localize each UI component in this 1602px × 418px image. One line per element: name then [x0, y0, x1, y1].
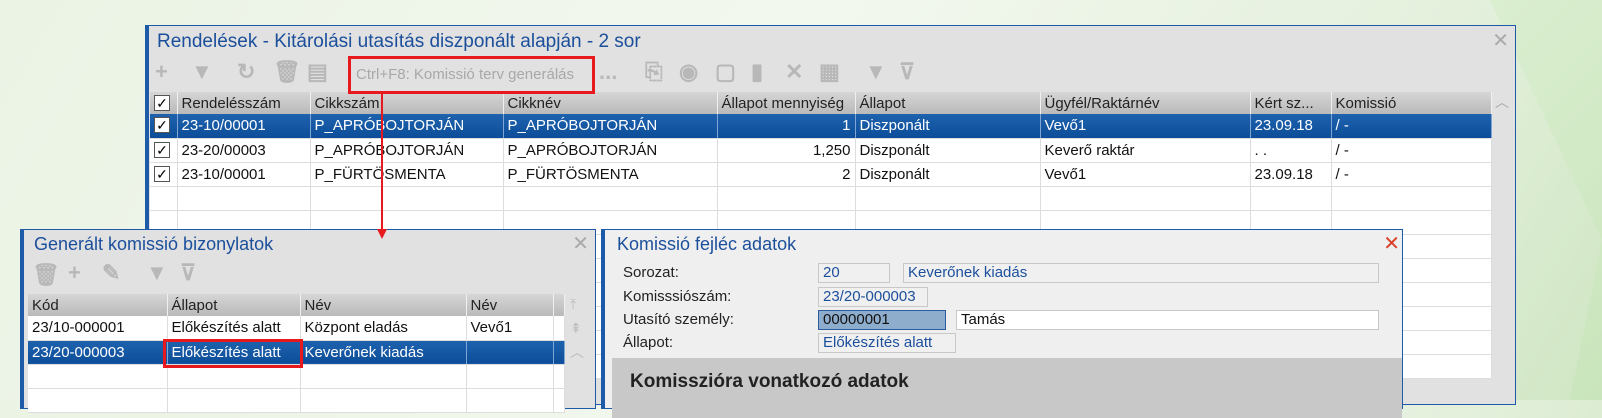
- add-icon[interactable]: +: [155, 59, 168, 85]
- section-panel: Komisszióra vonatkozó adatok: [612, 358, 1402, 418]
- cell[interactable]: 23.09.18: [1250, 114, 1332, 139]
- status-field: Előkészítés alatt: [818, 333, 956, 353]
- close-icon[interactable]: ✕: [1492, 28, 1509, 53]
- col-header[interactable]: Állapot: [855, 92, 1041, 114]
- person-code-select[interactable]: 00000001: [818, 310, 946, 330]
- col-header[interactable]: Név: [300, 294, 467, 316]
- close-icon[interactable]: ✕: [1383, 231, 1400, 256]
- col-header[interactable]: Cikknév: [503, 92, 718, 114]
- cell[interactable]: Diszponált: [855, 138, 1041, 163]
- generated-commissions-dialog: Generált komissió bizonylatok ✕ 🗑 + ✎ ▼ …: [20, 229, 596, 413]
- more-icon[interactable]: ...: [599, 59, 617, 85]
- scroll-page-up-icon[interactable]: ⇞: [570, 320, 582, 337]
- row-checkbox[interactable]: ✓: [154, 165, 170, 182]
- col-header[interactable]: Állapot mennyiség: [717, 92, 856, 114]
- cell[interactable]: . .: [1250, 138, 1332, 163]
- cell[interactable]: / -: [1331, 114, 1492, 139]
- cell[interactable]: Diszponált: [855, 114, 1041, 139]
- cell[interactable]: 23-20/00003: [177, 138, 311, 163]
- table-row[interactable]: ✓ 23-20/00003 P_APRÓBOJTORJÁN P_APRÓBOJT…: [150, 138, 1492, 163]
- cell[interactable]: 23/10-000001: [28, 316, 168, 341]
- export-icon[interactable]: ⎘: [645, 59, 663, 85]
- chart-icon[interactable]: ▮: [751, 59, 763, 85]
- cell[interactable]: Vevő1: [466, 316, 554, 341]
- cell[interactable]: P_APRÓBOJTORJÁN: [310, 114, 504, 139]
- col-header[interactable]: Rendelésszám: [177, 92, 311, 114]
- cell[interactable]: 2: [717, 162, 856, 187]
- table-row[interactable]: ✓ 23-10/00001 P_FÜRTÖSMENTA P_FÜRTÖSMENT…: [150, 162, 1492, 187]
- series-code-select[interactable]: 20: [818, 263, 890, 283]
- cell[interactable]: P_APRÓBOJTORJÁN: [503, 138, 718, 163]
- eye-icon[interactable]: ◉: [679, 59, 698, 85]
- cell[interactable]: Keverőnek kiadás: [300, 340, 467, 365]
- col-header[interactable]: Kért sz...: [1250, 92, 1332, 114]
- excel-icon[interactable]: ▦: [819, 59, 840, 85]
- clear-filter-icon[interactable]: ⊽: [899, 59, 915, 85]
- cell[interactable]: 23-10/00001: [177, 162, 311, 187]
- print-icon[interactable]: ▤: [307, 59, 328, 85]
- filter-icon[interactable]: ▼: [146, 260, 168, 286]
- label: Állapot:: [623, 334, 674, 351]
- scroll-up-icon[interactable]: ︿: [1495, 92, 1509, 112]
- edit-icon[interactable]: ✎: [102, 260, 120, 286]
- cell[interactable]: P_APRÓBOJTORJÁN: [503, 114, 718, 139]
- cell[interactable]: Vevő1: [1040, 114, 1251, 139]
- cell[interactable]: / -: [1331, 162, 1492, 187]
- table-row[interactable]: 23/10-000001 Előkészítés alatt Központ ela…: [28, 316, 565, 341]
- clear-filter-icon[interactable]: ⊽: [180, 260, 196, 286]
- window-title: Rendelések - Kitárolási utasítás diszpon…: [157, 31, 641, 52]
- cell[interactable]: [466, 340, 554, 365]
- section-heading: Komisszióra vonatkozó adatok: [630, 371, 909, 392]
- annotation-arrow-head: [377, 229, 387, 239]
- annotation-box: [348, 56, 595, 94]
- label: Utasító személy:: [623, 311, 734, 328]
- scroll-top-icon[interactable]: ⤒: [570, 296, 576, 313]
- cell[interactable]: 1,250: [717, 138, 856, 163]
- cell[interactable]: Keverő raktár: [1040, 138, 1251, 163]
- trash-icon[interactable]: 🗑: [32, 262, 60, 288]
- person-name-select[interactable]: Tamás: [956, 310, 1379, 330]
- cell[interactable]: Központ eladás: [300, 316, 467, 341]
- col-header[interactable]: Ügyfél/Raktárnév: [1040, 92, 1251, 114]
- row-checkbox[interactable]: ✓: [154, 141, 170, 158]
- table-row[interactable]: ✓ 23-10/00001 P_APRÓBOJTORJÁN P_APRÓBOJT…: [150, 114, 1492, 139]
- add-icon[interactable]: +: [68, 260, 81, 286]
- close-icon[interactable]: ✕: [572, 231, 589, 256]
- dialog-title: Komissió fejléc adatok: [617, 234, 797, 254]
- cell[interactable]: 23.09.18: [1250, 162, 1332, 187]
- cell[interactable]: 23-10/00001: [177, 114, 311, 139]
- commission-header-dialog: Komissió fejléc adatok ✕ Sorozat: 20 Kev…: [601, 229, 1403, 418]
- cell[interactable]: Diszponált: [855, 162, 1041, 187]
- filter-icon[interactable]: ▼: [191, 59, 213, 85]
- cell[interactable]: / -: [1331, 138, 1492, 163]
- table-header: ✓ Rendelésszám Cikkszám Cikknév Állapot …: [150, 92, 1492, 114]
- filter-columns-icon[interactable]: ▼: [865, 59, 887, 85]
- refresh-icon[interactable]: ↻: [237, 59, 255, 85]
- cell[interactable]: P_APRÓBOJTORJÁN: [310, 138, 504, 163]
- annotation-arrow-line: [381, 93, 383, 231]
- cell[interactable]: P_FÜRTÖSMENTA: [503, 162, 718, 187]
- dialog-title: Generált komissió bizonylatok: [34, 234, 274, 254]
- select-all-checkbox[interactable]: ✓: [154, 94, 170, 111]
- tools-icon[interactable]: ✕: [785, 59, 803, 85]
- cell[interactable]: 23/20-000003: [28, 340, 168, 365]
- cell[interactable]: 1: [717, 114, 856, 139]
- trash-icon[interactable]: 🗑: [273, 59, 301, 85]
- scroll-up-icon[interactable]: ︿: [570, 342, 584, 362]
- cell[interactable]: Előkészítés alatt: [167, 316, 301, 341]
- col-header[interactable]: Komissió: [1331, 92, 1492, 114]
- row-checkbox[interactable]: ✓: [154, 117, 170, 134]
- commission-number-field[interactable]: 23/20-000003: [818, 287, 928, 307]
- cell[interactable]: Vevő1: [1040, 162, 1251, 187]
- col-header[interactable]: Cikkszám: [310, 92, 504, 114]
- label: Sorozat:: [623, 264, 679, 281]
- label: Komisssiószám:: [623, 288, 732, 305]
- col-header[interactable]: Állapot: [167, 294, 301, 316]
- cell[interactable]: P_FÜRTÖSMENTA: [310, 162, 504, 187]
- series-name-select[interactable]: Keverőnek kiadás: [903, 263, 1379, 283]
- col-header[interactable]: Név: [466, 294, 554, 316]
- window-icon[interactable]: ▢: [715, 59, 736, 85]
- col-header[interactable]: Kód: [28, 294, 168, 316]
- annotation-box: [163, 339, 303, 368]
